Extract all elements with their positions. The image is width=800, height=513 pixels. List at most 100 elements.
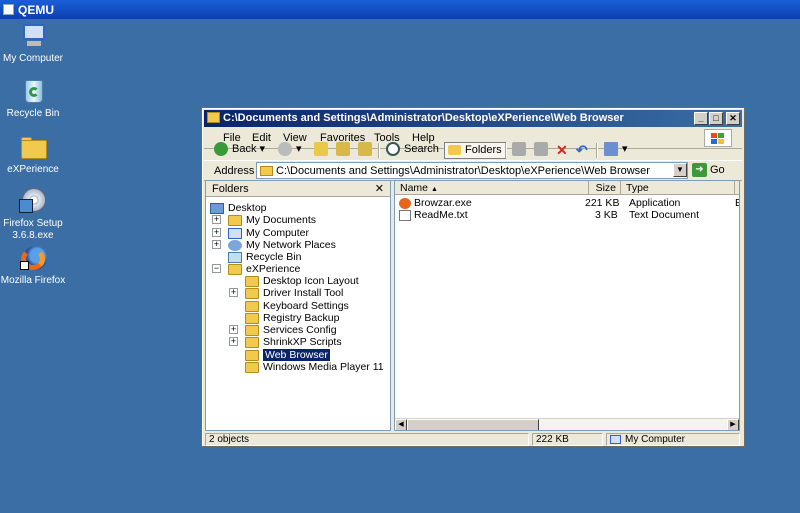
folders-pane-title: Folders bbox=[212, 183, 249, 195]
copy-to-button[interactable] bbox=[358, 142, 376, 159]
scroll-right-button[interactable]: ▶ bbox=[727, 419, 739, 430]
folder-up-icon bbox=[314, 142, 328, 156]
recycle-bin-icon bbox=[17, 77, 49, 105]
status-object-count: 2 objects bbox=[205, 433, 529, 446]
move-to-button[interactable] bbox=[336, 142, 354, 159]
folders-pane-header: Folders ✕ bbox=[206, 181, 390, 197]
file-list-pane: Name ▲ Size Type D Browzar.exe 221 KB Ap… bbox=[394, 180, 740, 431]
network-icon bbox=[228, 239, 242, 251]
tree-item-web-browser[interactable]: Web Browser bbox=[245, 349, 330, 361]
tree-item-experience[interactable]: − eXPerience bbox=[212, 263, 300, 275]
search-icon bbox=[386, 142, 400, 156]
expand-toggle[interactable]: + bbox=[212, 215, 221, 224]
qemu-titlebar: QEMU bbox=[0, 0, 800, 19]
desktop-icon bbox=[210, 202, 224, 214]
delete-button[interactable]: ✕ bbox=[556, 142, 568, 159]
delete-icon: ✕ bbox=[556, 142, 568, 158]
file-row-browzar[interactable]: Browzar.exe 221 KB Application E bbox=[399, 197, 739, 209]
file-row-readme[interactable]: ReadMe.txt 3 KB Text Document bbox=[399, 209, 739, 221]
expand-toggle[interactable]: + bbox=[212, 228, 221, 237]
tree-item-keyboard-settings[interactable]: Keyboard Settings bbox=[245, 300, 349, 312]
expand-toggle[interactable]: + bbox=[229, 325, 238, 334]
folders-pane: Folders ✕ Desktop + My Documents + My Co… bbox=[205, 180, 391, 431]
tree-item-desktop-icon-layout[interactable]: Desktop Icon Layout bbox=[245, 275, 359, 287]
forward-button[interactable]: ▾ bbox=[278, 142, 302, 159]
close-button[interactable]: ✕ bbox=[726, 112, 740, 125]
collapse-toggle[interactable]: − bbox=[212, 264, 221, 273]
up-button[interactable] bbox=[314, 142, 332, 159]
tree-item-shrinkxp-scripts[interactable]: + ShrinkXP Scripts bbox=[229, 336, 342, 348]
expand-toggle[interactable]: + bbox=[229, 337, 238, 346]
scroll-left-button[interactable]: ◀ bbox=[395, 419, 407, 430]
status-total-size: 222 KB bbox=[532, 433, 603, 446]
tree-item-services-config[interactable]: + Services Config bbox=[229, 324, 337, 336]
qemu-title: QEMU bbox=[18, 3, 54, 17]
column-header-type[interactable]: Type bbox=[621, 181, 735, 195]
folder-icon bbox=[207, 112, 220, 123]
qemu-icon bbox=[3, 4, 14, 15]
folder-icon bbox=[245, 300, 259, 312]
computer-icon bbox=[17, 22, 49, 50]
desktop-icon-firefox-setup[interactable]: Firefox Setup 3.6.8.exe bbox=[0, 187, 66, 242]
folders-pane-close-button[interactable]: ✕ bbox=[375, 182, 384, 195]
minimize-button[interactable]: _ bbox=[694, 112, 708, 125]
folder-icon bbox=[245, 361, 259, 373]
recycle-bin-icon bbox=[228, 251, 242, 263]
folder-open-icon bbox=[228, 263, 242, 275]
computer-icon bbox=[228, 227, 242, 239]
scroll-thumb[interactable] bbox=[407, 419, 539, 430]
views-button[interactable]: ▾ bbox=[604, 142, 628, 159]
window-titlebar[interactable]: C:\Documents and Settings\Administrator\… bbox=[204, 110, 742, 127]
folder-icon bbox=[245, 312, 259, 324]
address-input[interactable]: C:\Documents and Settings\Administrator\… bbox=[256, 162, 688, 179]
tree-item-registry-backup[interactable]: Registry Backup bbox=[245, 312, 339, 324]
firefox-icon bbox=[17, 244, 49, 272]
tree-item-driver-install-tool[interactable]: + Driver Install Tool bbox=[229, 287, 343, 299]
setup-icon bbox=[17, 187, 49, 215]
folder-icon bbox=[245, 287, 259, 299]
copy-button[interactable] bbox=[534, 142, 552, 159]
tree-item-windows-media-player-11[interactable]: Windows Media Player 11 bbox=[245, 361, 384, 373]
sort-ascending-icon: ▲ bbox=[430, 186, 438, 193]
folder-open-icon bbox=[245, 349, 259, 361]
folder-icon bbox=[17, 133, 49, 161]
desktop-icon-my-computer[interactable]: My Computer bbox=[0, 22, 66, 65]
undo-icon: ↶ bbox=[576, 142, 588, 158]
tree-item-my-computer[interactable]: + My Computer bbox=[212, 227, 309, 239]
tree-item-recycle-bin[interactable]: Recycle Bin bbox=[228, 251, 301, 263]
views-icon bbox=[604, 142, 618, 157]
column-header-name[interactable]: Name ▲ bbox=[395, 181, 589, 195]
tree-item-my-documents[interactable]: + My Documents bbox=[212, 214, 316, 226]
go-button[interactable]: ➜ Go bbox=[692, 163, 725, 177]
move-button[interactable] bbox=[512, 142, 530, 159]
folders-button[interactable]: Folders bbox=[444, 142, 506, 159]
tree-item-my-network-places[interactable]: + My Network Places bbox=[212, 239, 336, 251]
computer-icon bbox=[610, 435, 621, 444]
folder-icon bbox=[245, 275, 259, 287]
address-bar: Address C:\Documents and Settings\Admini… bbox=[204, 160, 742, 181]
search-button[interactable]: Search bbox=[386, 142, 439, 159]
folder-icon bbox=[245, 336, 259, 348]
move-icon bbox=[512, 142, 526, 156]
folder-icon bbox=[260, 166, 273, 176]
toolbar: Back ▾ ▾ Search Folders ✕ ↶ ▾ bbox=[204, 142, 742, 159]
address-label: Address bbox=[214, 165, 255, 177]
desktop-icon-recycle-bin[interactable]: Recycle Bin bbox=[0, 77, 66, 120]
column-header-size[interactable]: Size bbox=[589, 181, 621, 195]
desktop-icon-experience[interactable]: eXPerience bbox=[0, 133, 66, 176]
address-dropdown-button[interactable]: ▼ bbox=[673, 163, 687, 177]
desktop-icon-mozilla-firefox[interactable]: Mozilla Firefox bbox=[0, 244, 66, 287]
back-arrow-icon bbox=[214, 142, 228, 157]
tree-item-desktop[interactable]: Desktop bbox=[210, 202, 267, 214]
expand-toggle[interactable]: + bbox=[229, 288, 238, 297]
browzar-app-icon bbox=[399, 197, 411, 209]
folder-icon bbox=[245, 324, 259, 336]
status-location: My Computer bbox=[606, 433, 740, 446]
horizontal-scrollbar[interactable]: ◀ ▶ bbox=[395, 418, 739, 430]
undo-button[interactable]: ↶ bbox=[576, 142, 588, 159]
back-button[interactable]: Back ▾ bbox=[214, 142, 265, 159]
column-header-date[interactable]: D bbox=[735, 181, 739, 195]
maximize-button[interactable]: □ bbox=[709, 112, 723, 125]
expand-toggle[interactable]: + bbox=[212, 240, 221, 249]
window-title: C:\Documents and Settings\Administrator\… bbox=[223, 112, 624, 124]
